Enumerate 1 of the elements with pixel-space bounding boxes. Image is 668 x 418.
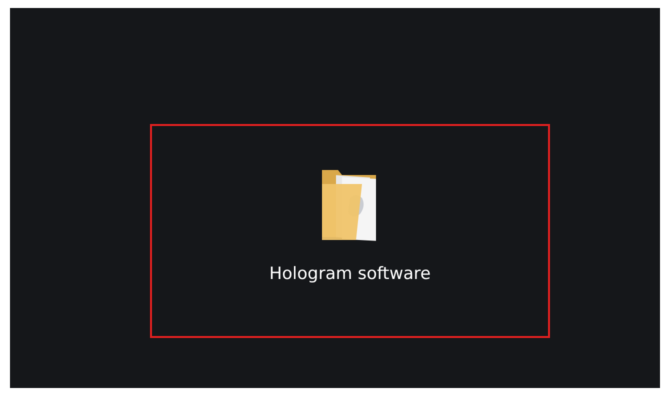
desktop-icon-label[interactable]: Hologram software [269,262,431,288]
